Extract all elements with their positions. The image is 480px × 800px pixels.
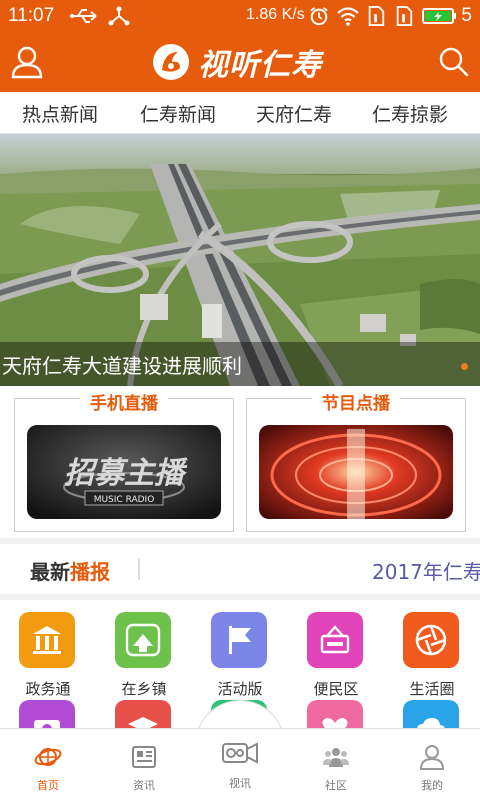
grid-label: 活动版 — [217, 680, 263, 698]
hanging-sign-icon — [307, 612, 363, 668]
live-art-subtitle: MUSIC RADIO — [94, 495, 155, 505]
app-logo-text: 视听仁寿 — [198, 48, 322, 83]
nav-community[interactable]: 社区 — [288, 729, 384, 800]
grid-item-convenience[interactable]: 便民区 — [296, 612, 376, 702]
tab-hot-news[interactable]: 热点新闻 — [22, 100, 98, 127]
grid-label: 在乡镇 — [121, 680, 167, 698]
aperture-icon — [403, 612, 459, 668]
news-ticker: 最新播报 2017年仁寿 — [0, 544, 480, 594]
profile-icon — [419, 745, 445, 770]
status-bar: 11:07 1.86 K/s 5 — [0, 0, 480, 32]
grid-item-life[interactable]: 生活圈 — [392, 612, 472, 702]
banner-indicator-dot[interactable] — [461, 363, 468, 370]
ticker-separator — [138, 558, 140, 580]
network-speed: 1.86 K/s — [246, 6, 305, 23]
nav-label: 我的 — [421, 779, 443, 792]
tab-renshou-gallery[interactable]: 仁寿掠影 — [372, 100, 448, 127]
globe-icon — [34, 748, 62, 766]
status-time: 11:07 — [8, 5, 55, 26]
vod-title: 节目点播 — [312, 389, 400, 414]
nav-label: 社区 — [325, 779, 347, 792]
banner-caption-bar: 天府仁寿大道建设进展顺利 — [0, 342, 480, 386]
nav-news[interactable]: 资讯 — [96, 729, 192, 800]
grid-label: 便民区 — [313, 680, 359, 698]
video-camera-icon — [222, 742, 258, 764]
live-stream-title: 手机直播 — [80, 389, 168, 414]
ticker-label-main: 最新 — [30, 560, 70, 584]
app-logo: 视听仁寿 — [150, 42, 322, 83]
transfer-icon — [108, 6, 130, 26]
battery-icon — [422, 8, 456, 24]
grid-item-activity[interactable]: 活动版 — [200, 612, 280, 702]
alarm-icon — [310, 7, 328, 26]
nav-label: 首页 — [37, 779, 59, 792]
live-art-title: 招募主播 — [64, 456, 188, 491]
government-building-icon — [19, 612, 75, 668]
nav-label: 视讯 — [229, 777, 251, 790]
nav-video[interactable]: 视讯 — [192, 729, 288, 800]
vod-image — [259, 425, 453, 519]
nav-home[interactable]: 首页 — [0, 729, 96, 800]
logo-mark-icon — [153, 44, 189, 80]
category-tabs: 热点新闻 仁寿新闻 天府仁寿 仁寿掠影 — [0, 92, 480, 134]
search-button[interactable] — [436, 44, 470, 80]
nav-profile[interactable]: 我的 — [384, 729, 480, 800]
grid-item-town[interactable]: 在乡镇 — [104, 612, 184, 702]
town-house-icon — [115, 612, 171, 668]
grid-label: 政务通 — [25, 680, 71, 698]
nav-label: 资讯 — [133, 779, 155, 792]
banner-caption: 天府仁寿大道建设进展顺利 — [2, 354, 242, 378]
sim2-icon — [396, 6, 413, 26]
signal-level: 5 — [461, 5, 472, 26]
app-header: 视听仁寿 — [0, 32, 480, 92]
user-icon — [11, 46, 43, 79]
section-divider — [0, 594, 480, 600]
grid-label: 生活圈 — [409, 680, 455, 698]
community-icon — [323, 748, 349, 767]
grid-item-gov[interactable]: 政务通 — [8, 612, 88, 702]
live-stream-card[interactable]: 手机直播 招募主播 MUSIC RADIO — [14, 389, 234, 532]
search-icon — [439, 47, 469, 77]
flag-icon — [211, 612, 267, 668]
user-button[interactable] — [10, 44, 44, 80]
ticker-headline[interactable]: 2017年仁寿 — [372, 556, 480, 585]
wifi-icon — [337, 7, 359, 26]
ticker-label: 最新播报 — [30, 556, 110, 585]
ticker-label-accent: 播报 — [70, 560, 110, 584]
vod-card[interactable]: 节目点播 — [246, 389, 466, 532]
live-stream-image: 招募主播 MUSIC RADIO — [27, 425, 221, 519]
sim1-icon — [368, 6, 385, 26]
tab-tianfu-renshou[interactable]: 天府仁寿 — [256, 100, 332, 127]
usb-icon — [70, 9, 97, 23]
banner-carousel[interactable]: 天府仁寿大道建设进展顺利 — [0, 134, 480, 386]
bottom-nav: 首页 资讯 视讯 社区 我的 — [0, 728, 480, 800]
tab-renshou-news[interactable]: 仁寿新闻 — [140, 100, 216, 127]
newspaper-icon — [132, 746, 156, 768]
